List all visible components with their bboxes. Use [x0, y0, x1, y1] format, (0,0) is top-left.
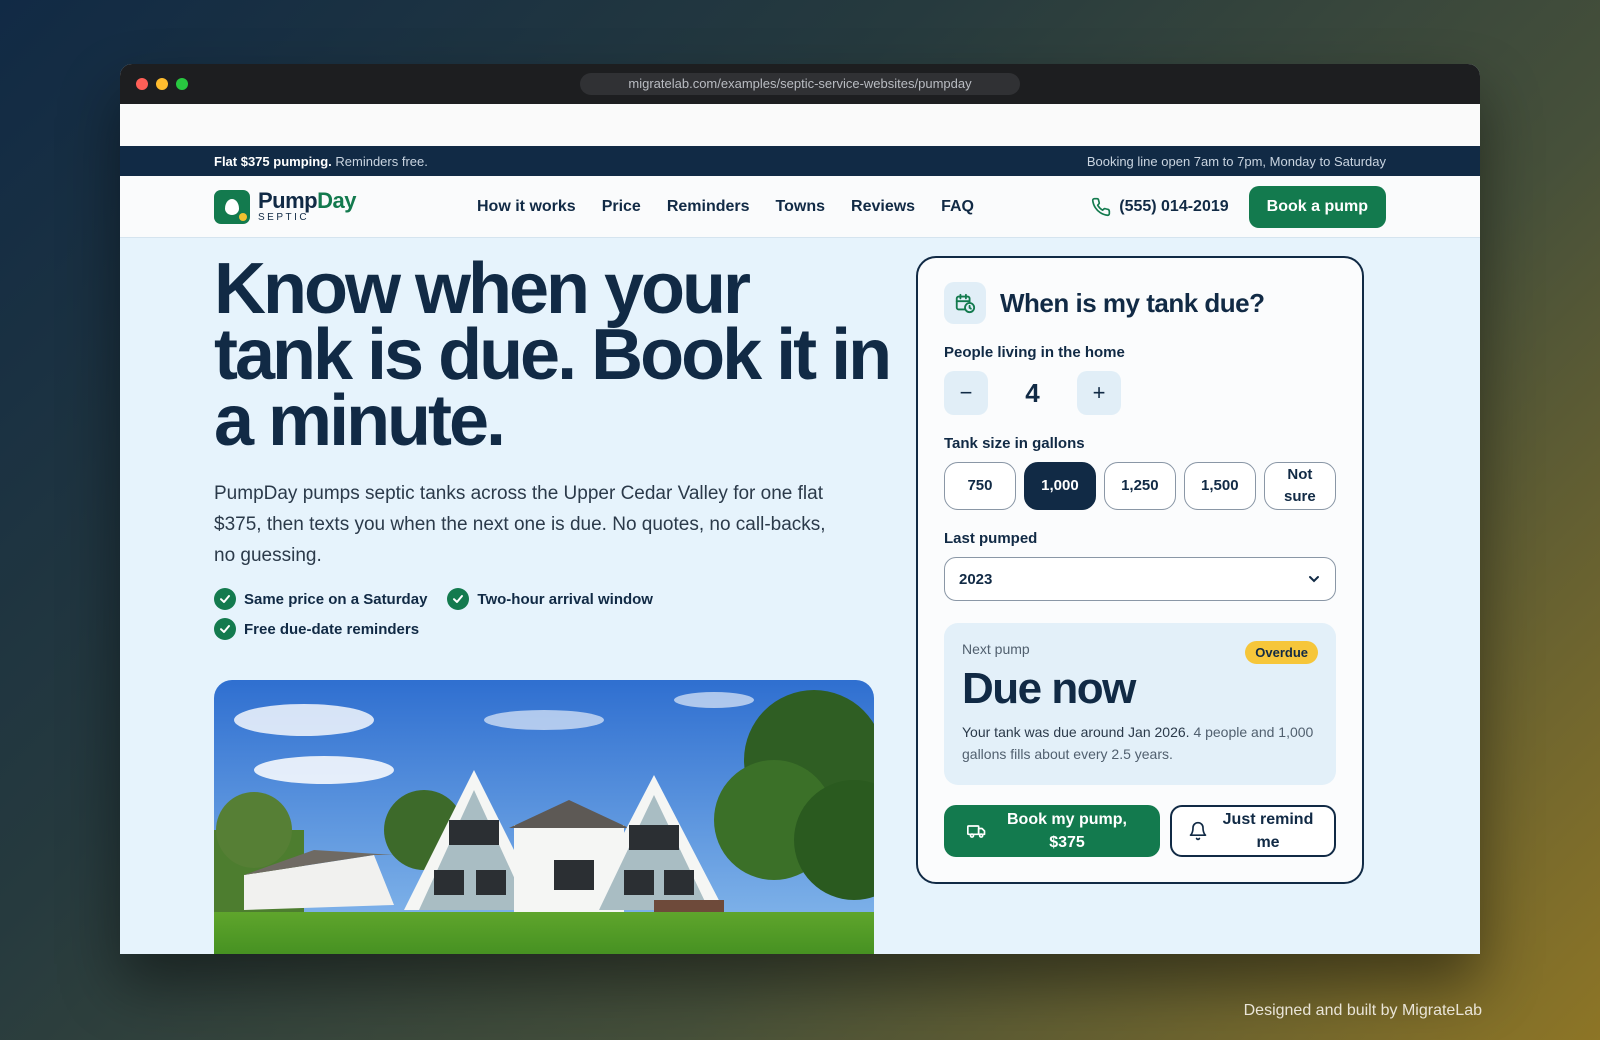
- check-label: Two-hour arrival window: [477, 590, 653, 608]
- book-a-pump-button[interactable]: Book a pump: [1248, 185, 1386, 228]
- promo-bold: Flat $375 pumping.: [214, 153, 332, 169]
- last-pumped-label: Last pumped: [944, 530, 1038, 547]
- logo-name-part1: Pump: [258, 188, 318, 213]
- increment-button[interactable]: +: [1077, 371, 1121, 415]
- last-pumped-value: 2023: [959, 570, 993, 588]
- status-badge: Overdue: [1245, 641, 1318, 664]
- tank-due-calculator: When is my tank due? People living in th…: [916, 256, 1364, 884]
- house-illustration: [214, 680, 874, 954]
- just-remind-me-button[interactable]: Just remind me: [1170, 805, 1336, 857]
- truck-icon: [967, 825, 986, 838]
- decrement-button[interactable]: −: [944, 371, 988, 415]
- check-label: Free due-date reminders: [244, 620, 420, 638]
- tank-size-label: Tank size in gallons: [944, 435, 1085, 452]
- promo-text: Flat $375 pumping. Reminders free.: [214, 154, 428, 169]
- hero-title: Know when your tank is due. Book it in a…: [214, 249, 892, 461]
- check-item: Two-hour arrival window: [447, 588, 653, 610]
- check-item: Same price on a Saturday: [214, 588, 427, 610]
- promo-rest: Reminders free.: [335, 153, 428, 169]
- booking-hours: Booking line open 7am to 7pm, Monday to …: [1086, 153, 1386, 169]
- check-item: Free due-date reminders: [214, 618, 419, 640]
- logo-text: PumpDay SEPTIC: [258, 190, 356, 223]
- calendar-clock-icon: [944, 282, 986, 324]
- size-option-1500[interactable]: 1,500: [1183, 462, 1256, 510]
- bell-icon: [1189, 821, 1207, 841]
- checkmark-icon: [214, 618, 236, 640]
- phone-icon: [1092, 197, 1111, 216]
- result-main-text: Your tank was due around Jan 2026.: [962, 724, 1190, 740]
- close-window-button[interactable]: [136, 78, 148, 90]
- book-my-pump-label: Book my pump, $375: [1006, 811, 1127, 851]
- browser-window: migratelab.com/examples/septic-service-w…: [120, 64, 1480, 954]
- nav-towns[interactable]: Towns: [776, 198, 825, 216]
- size-option-1000[interactable]: 1,000: [1023, 462, 1096, 510]
- last-pumped-select[interactable]: 2023: [944, 557, 1336, 601]
- people-count: 4: [1025, 377, 1040, 408]
- size-option-750[interactable]: 750: [944, 462, 1016, 510]
- logo-name: PumpDay: [258, 190, 356, 212]
- tank-size-field: Tank size in gallons 750 1,000 1,250 1,5…: [944, 435, 1336, 510]
- logo-subtitle: SEPTIC: [258, 212, 310, 223]
- book-my-pump-button[interactable]: Book my pump, $375: [944, 805, 1160, 857]
- chevron-down-icon: [1309, 576, 1319, 583]
- designer-credit: Designed and built by MigrateLab: [1243, 1002, 1482, 1019]
- announcement-bar: Flat $375 pumping. Reminders free. Booki…: [120, 146, 1480, 176]
- nav-faq[interactable]: FAQ: [941, 198, 974, 216]
- logo[interactable]: PumpDay SEPTIC: [214, 189, 356, 224]
- checkmark-icon: [447, 588, 470, 610]
- nav-price[interactable]: Price: [602, 198, 641, 216]
- browser-chrome: migratelab.com/examples/septic-service-w…: [120, 64, 1480, 104]
- maximize-window-button[interactable]: [176, 78, 188, 90]
- people-stepper: − 4 +: [944, 371, 1336, 415]
- site-header: PumpDay SEPTIC How it works Price Remind…: [120, 176, 1480, 238]
- calculator-title: When is my tank due?: [1000, 287, 1265, 318]
- result-panel: Next pump Overdue Due now Your tank was …: [944, 623, 1336, 785]
- logo-name-part2: Day: [317, 188, 356, 213]
- people-label: People living in the home: [944, 344, 1125, 361]
- tank-size-options: 750 1,000 1,250 1,500 Not sure: [944, 462, 1336, 510]
- size-option-not-sure[interactable]: Not sure: [1263, 462, 1336, 510]
- minimize-window-button[interactable]: [156, 78, 168, 90]
- result-explanation: Your tank was due around Jan 2026. 4 peo…: [962, 721, 1318, 765]
- main-nav: How it works Price Reminders Towns Revie…: [477, 198, 974, 216]
- last-pumped-field: Last pumped 2023: [944, 530, 1336, 601]
- hero-section: Know when your tank is due. Book it in a…: [120, 238, 1480, 954]
- just-remind-me-label: Just remind me: [1222, 811, 1314, 851]
- check-label: Same price on a Saturday: [244, 590, 428, 608]
- header-actions: (555) 014-2019 Book a pump: [1091, 185, 1386, 228]
- calculator-header: When is my tank due?: [944, 282, 1336, 324]
- feature-checks: Same price on a Saturday Two-hour arriva…: [214, 588, 684, 640]
- checkmark-icon: [214, 588, 236, 610]
- phone-number: (555) 014-2019: [1119, 197, 1229, 215]
- calculator-actions: Book my pump, $375 Just remind me: [944, 805, 1336, 857]
- nav-how-it-works[interactable]: How it works: [477, 198, 576, 216]
- pumpday-logo-icon: [214, 189, 250, 224]
- house-photo: [214, 680, 874, 954]
- phone-link[interactable]: (555) 014-2019: [1091, 197, 1229, 217]
- size-option-1250[interactable]: 1,250: [1103, 462, 1176, 510]
- page-blank-band: [120, 104, 1480, 146]
- people-field: People living in the home − 4 +: [944, 344, 1336, 415]
- address-bar[interactable]: migratelab.com/examples/septic-service-w…: [580, 73, 1020, 95]
- nav-reviews[interactable]: Reviews: [851, 198, 915, 216]
- result-headline: Due now: [962, 664, 1136, 713]
- hero-description: PumpDay pumps septic tanks across the Up…: [214, 483, 826, 566]
- nav-reminders[interactable]: Reminders: [667, 198, 750, 216]
